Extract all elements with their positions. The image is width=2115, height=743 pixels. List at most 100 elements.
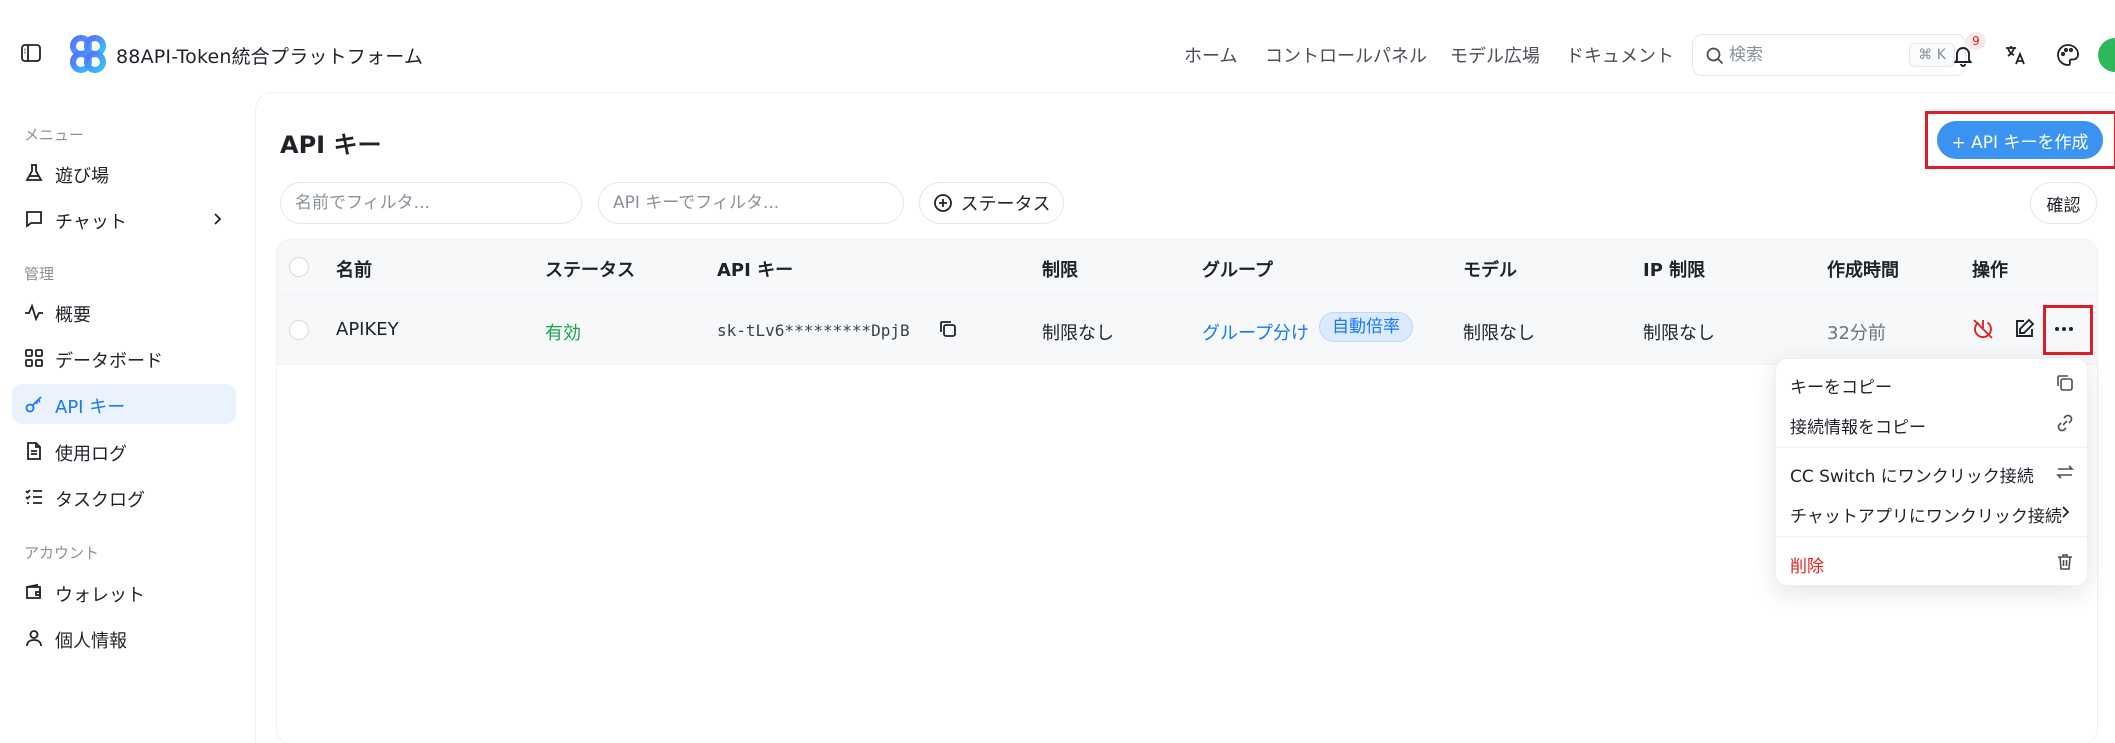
sidebar-item-label: ウォレット (55, 585, 145, 606)
sidebar-item-label: タスクログ (55, 490, 145, 511)
chevron-right-icon (2055, 502, 2075, 522)
sidebar-item-label: 概要 (55, 305, 91, 326)
api-key-value: sk-tLv6*********DpjB (717, 321, 910, 340)
sidebar-item-api-keys[interactable]: API キー (12, 384, 236, 424)
switch-arrows-icon (2055, 462, 2075, 482)
sidebar-section-account: アカウント (24, 544, 100, 562)
menu-item-label: 削除 (1790, 557, 1824, 577)
group-value[interactable]: グループ分け (1202, 319, 1309, 345)
link-icon (2055, 413, 2075, 433)
create-api-key-button[interactable]: + API キーを作成 (1937, 121, 2103, 159)
created-value: 32分前 (1827, 323, 1886, 344)
status-filter-button[interactable]: ステータス (919, 182, 1064, 224)
notification-badge: 9 (1966, 32, 1986, 50)
sidebar-item-chat[interactable]: チャット (12, 199, 236, 239)
edit-icon[interactable] (2012, 317, 2036, 341)
chevron-right-icon (208, 210, 226, 228)
copy-icon (2055, 373, 2075, 393)
sidebar-toggle-icon[interactable] (20, 42, 42, 64)
menu-item-cc-switch[interactable]: CC Switch にワンクリック接続 (1776, 452, 2087, 492)
sidebar: メニュー 遊び場 チャット 管理 概要 データボード API キー 使用ログ タ… (0, 92, 255, 743)
column-actions: 操作 (1972, 260, 2008, 281)
activity-icon (24, 302, 44, 322)
sidebar-item-dashboard[interactable]: データボード (12, 338, 236, 378)
logo-icon[interactable] (68, 34, 108, 74)
table-header: 名前 ステータス API キー 制限 グループ モデル IP 制限 作成時間 操… (277, 240, 2097, 295)
tasks-icon (24, 487, 44, 507)
sidebar-section-menu: メニュー (24, 126, 85, 144)
palette-icon[interactable] (2055, 42, 2081, 68)
top-bar: 88API-Token統合プラットフォーム ホーム コントロールパネル モデル広… (0, 0, 2115, 92)
plus-circle-icon (933, 193, 953, 213)
translate-icon[interactable] (2003, 42, 2029, 68)
disable-icon[interactable] (1971, 317, 1995, 341)
key-name: APIKEY (336, 319, 399, 340)
sidebar-item-label: チャット (55, 212, 127, 233)
column-name: 名前 (336, 260, 372, 281)
menu-divider (1776, 536, 2087, 537)
flask-icon (24, 163, 44, 183)
menu-item-chat-app[interactable]: チャットアプリにワンクリック接続 (1776, 492, 2087, 532)
page-title: API キー (280, 131, 382, 159)
sidebar-item-profile[interactable]: 個人情報 (12, 618, 236, 658)
sidebar-item-label: 遊び場 (55, 166, 109, 187)
copy-icon[interactable] (938, 319, 962, 343)
nav-home[interactable]: ホーム (1184, 42, 1237, 68)
menu-item-copy-connection[interactable]: 接続情報をコピー (1776, 403, 2087, 443)
row-checkbox[interactable] (289, 320, 309, 340)
menu-item-delete[interactable]: 削除 (1776, 542, 2087, 582)
sidebar-item-label: 個人情報 (55, 631, 127, 652)
status-badge: 有効 (545, 323, 581, 344)
sidebar-item-label: 使用ログ (55, 444, 127, 465)
more-button-highlight (2043, 305, 2093, 355)
menu-item-label: 接続情報をコピー (1790, 418, 1926, 438)
key-icon (24, 394, 44, 414)
sidebar-item-label: データボード (55, 351, 163, 372)
grid-icon (24, 348, 44, 368)
avatar[interactable] (2098, 38, 2115, 72)
sidebar-item-playground[interactable]: 遊び場 (12, 153, 236, 193)
row-actions-menu: キーをコピー 接続情報をコピー CC Switch にワンクリック接続 チャット… (1775, 358, 2088, 586)
chat-icon (24, 209, 44, 229)
search-icon (1705, 46, 1725, 66)
sidebar-item-overview[interactable]: 概要 (12, 292, 236, 332)
menu-item-label: CC Switch にワンクリック接続 (1790, 467, 2034, 487)
sidebar-item-task-log[interactable]: タスクログ (12, 477, 236, 517)
app-title[interactable]: 88API-Token統合プラットフォーム (116, 42, 423, 69)
user-icon (24, 628, 44, 648)
group-tag: 自動倍率 (1319, 312, 1413, 342)
column-limit: 制限 (1042, 260, 1078, 281)
trash-icon (2055, 552, 2075, 572)
select-all-checkbox[interactable] (289, 257, 309, 277)
nav-control-panel[interactable]: コントロールパネル (1265, 42, 1427, 68)
column-model: モデル (1463, 260, 1517, 281)
menu-divider (1776, 447, 2087, 448)
status-filter-label: ステータス (960, 194, 1051, 215)
column-ip-limit: IP 制限 (1643, 260, 1706, 281)
name-filter-input[interactable] (280, 182, 582, 224)
column-group: グループ (1202, 260, 1273, 281)
search-box[interactable]: ⌘ K (1692, 34, 1966, 76)
limit-value: 制限なし (1042, 323, 1114, 344)
column-created: 作成時間 (1827, 260, 1899, 281)
nav-model-plaza[interactable]: モデル広場 (1450, 42, 1540, 68)
search-input[interactable] (1729, 43, 1879, 67)
api-key-filter-input[interactable] (598, 182, 904, 224)
sidebar-item-wallet[interactable]: ウォレット (12, 572, 236, 612)
sidebar-section-admin: 管理 (24, 265, 55, 283)
search-shortcut: ⌘ K (1909, 43, 1955, 67)
wallet-icon (24, 582, 44, 602)
document-icon (24, 441, 44, 461)
sidebar-item-label: API キー (55, 397, 126, 418)
sidebar-item-usage-log[interactable]: 使用ログ (12, 431, 236, 471)
table-row: APIKEY 有効 sk-tLv6*********DpjB 制限なし グループ… (277, 295, 2097, 365)
model-value: 制限なし (1463, 323, 1535, 344)
ip-limit-value: 制限なし (1643, 323, 1715, 344)
column-status: ステータス (545, 260, 635, 281)
menu-item-copy-key[interactable]: キーをコピー (1776, 363, 2087, 403)
menu-item-label: チャットアプリにワンクリック接続 (1790, 507, 2062, 527)
confirm-button[interactable]: 確認 (2030, 182, 2097, 224)
column-api-key: API キー (717, 260, 794, 281)
menu-item-label: キーをコピー (1790, 378, 1892, 398)
nav-documents[interactable]: ドキュメント (1566, 42, 1674, 68)
